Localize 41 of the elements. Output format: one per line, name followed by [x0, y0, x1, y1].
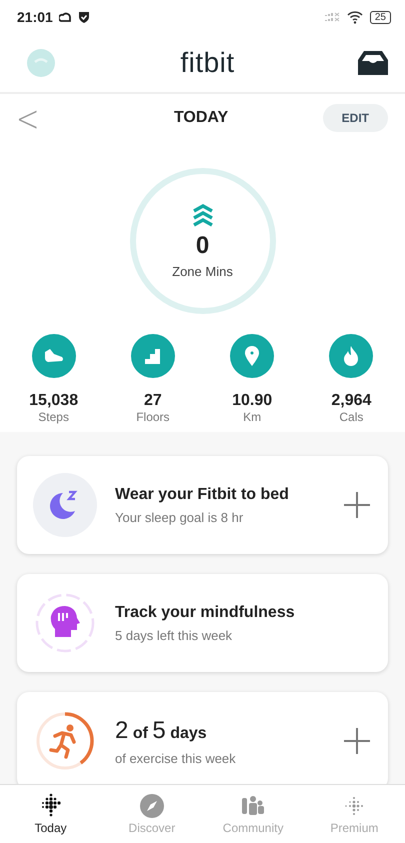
wifi-icon: [346, 10, 364, 24]
inbox-icon[interactable]: [356, 50, 389, 76]
card-title: Track your mindfulness: [115, 604, 296, 622]
nav-tab[interactable]: Today: [0, 785, 102, 843]
sync-icon: [58, 11, 72, 23]
plus-icon[interactable]: [344, 492, 370, 518]
stat-label: Cals: [339, 410, 364, 424]
app-logo: fitbit: [180, 47, 235, 79]
stat-value: 15,038: [29, 392, 78, 410]
date-title: TODAY: [174, 109, 228, 127]
zone-minutes-ring[interactable]: 0 Zone Mins: [130, 168, 276, 314]
stat-label: Steps: [38, 410, 69, 424]
signal-icon: [324, 12, 341, 22]
head-icon: [33, 591, 97, 655]
stat-value: 2,964: [331, 392, 372, 410]
card-title: Wear your Fitbit to bed: [115, 486, 290, 504]
stat-label: Km: [243, 410, 262, 424]
flame-icon[interactable]: [329, 334, 374, 378]
card-subtitle: of exercise this week: [115, 750, 237, 766]
stairs-icon[interactable]: [130, 334, 175, 378]
stat-value: 27: [144, 392, 162, 410]
chevrons-icon: [192, 204, 214, 228]
shoe-icon[interactable]: [32, 334, 76, 378]
shield-icon: [78, 10, 90, 24]
goal-card[interactable]: Wear your Fitbit to bed Your sleep goal is 8 hr: [17, 456, 388, 554]
zone-value: 0: [196, 232, 210, 260]
goal-card[interactable]: Track your mindfulness 5 days left this week: [17, 574, 388, 672]
goal-card[interactable]: 2 of 5 days of exercise this week: [17, 692, 388, 784]
plus-icon[interactable]: [344, 728, 370, 754]
clock: 21:01: [17, 9, 53, 25]
card-title: 2 of 5 days: [115, 716, 208, 744]
compass-icon: [138, 793, 165, 819]
stat-value: 10.90: [232, 392, 272, 410]
battery-indicator: 25: [370, 10, 391, 24]
edit-button[interactable]: EDIT: [322, 104, 388, 132]
card-subtitle: Your sleep goal is 8 hr: [115, 510, 244, 524]
zone-label: Zone Mins: [172, 264, 233, 278]
moon-icon: [33, 473, 97, 537]
card-subtitle: 5 days left this week: [115, 628, 234, 642]
location-pin-icon[interactable]: [230, 334, 274, 378]
stat-label: Floors: [136, 410, 170, 424]
